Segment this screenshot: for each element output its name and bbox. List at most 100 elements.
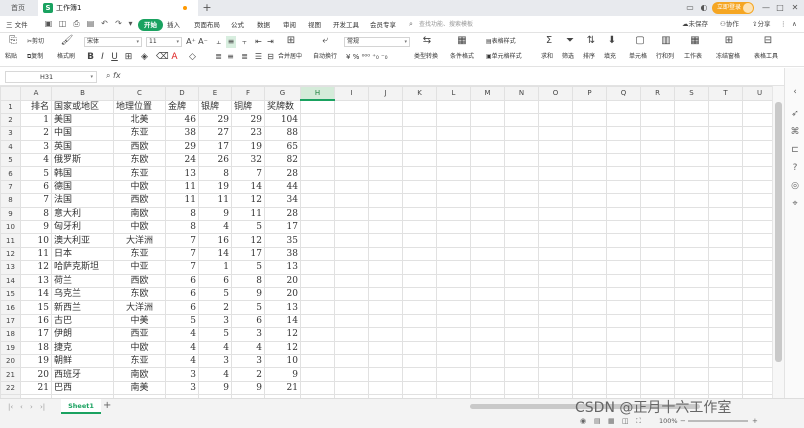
cell-l17[interactable] bbox=[436, 313, 471, 329]
cell-k5[interactable] bbox=[402, 153, 437, 168]
row-header[interactable]: 6 bbox=[0, 166, 21, 181]
row-header[interactable]: 9 bbox=[0, 206, 21, 222]
font-name-select[interactable]: 宋体 ▾ bbox=[84, 37, 142, 47]
cell-t19[interactable] bbox=[708, 340, 743, 355]
cell-e13[interactable]: 1 bbox=[198, 260, 232, 275]
cell-h4[interactable] bbox=[300, 139, 335, 155]
cell-h12[interactable] bbox=[300, 246, 335, 262]
cell-d17[interactable]: 5 bbox=[165, 313, 199, 329]
cell-p14[interactable] bbox=[572, 273, 607, 288]
cell-f7[interactable]: 14 bbox=[231, 179, 265, 195]
column-header-k[interactable]: K bbox=[402, 86, 437, 101]
cell-r12[interactable] bbox=[640, 246, 675, 262]
font-color-icon[interactable]: A bbox=[170, 51, 179, 63]
cell-i18[interactable] bbox=[334, 327, 369, 342]
conditional-format-button[interactable]: 条件格式 bbox=[450, 53, 474, 61]
cell-i17[interactable] bbox=[334, 313, 369, 329]
cell-o7[interactable] bbox=[538, 179, 573, 195]
cell-style-button[interactable]: ▣单元格样式 bbox=[486, 53, 522, 61]
cell-q11[interactable] bbox=[606, 233, 641, 248]
cell-s16[interactable] bbox=[674, 300, 709, 315]
cell-b12[interactable]: 日本 bbox=[51, 246, 114, 262]
cell-i7[interactable] bbox=[334, 179, 369, 195]
cell-i3[interactable] bbox=[334, 126, 369, 141]
cell-k17[interactable] bbox=[402, 313, 437, 329]
cell-o2[interactable] bbox=[538, 112, 573, 128]
column-header-i[interactable]: I bbox=[334, 86, 369, 101]
cell-n9[interactable] bbox=[504, 206, 539, 222]
cell-p13[interactable] bbox=[572, 260, 607, 275]
cell-r15[interactable] bbox=[640, 286, 675, 302]
cell-c5[interactable]: 东欧 bbox=[113, 153, 166, 168]
cell-e16[interactable]: 2 bbox=[198, 300, 232, 315]
close-icon[interactable]: ✕ bbox=[789, 2, 801, 14]
cell-k7[interactable] bbox=[402, 179, 437, 195]
cell-o20[interactable] bbox=[538, 353, 573, 369]
cell-h17[interactable] bbox=[300, 313, 335, 329]
cell-m19[interactable] bbox=[470, 340, 505, 355]
cell-p9[interactable] bbox=[572, 206, 607, 222]
column-header-n[interactable]: N bbox=[504, 86, 539, 101]
menu-data[interactable]: 数据 bbox=[257, 19, 270, 31]
freeze-panes-icon[interactable]: ⊞ bbox=[722, 35, 736, 47]
cell-m12[interactable] bbox=[470, 246, 505, 262]
cell-t13[interactable] bbox=[708, 260, 743, 275]
copy-button[interactable]: ⧉复制 bbox=[27, 53, 43, 61]
cell-o11[interactable] bbox=[538, 233, 573, 248]
cell-l7[interactable] bbox=[436, 179, 471, 195]
cell-r19[interactable] bbox=[640, 340, 675, 355]
cell-t17[interactable] bbox=[708, 313, 743, 329]
cell-k19[interactable] bbox=[402, 340, 437, 355]
cell-b4[interactable]: 英国 bbox=[51, 139, 114, 155]
cell-m8[interactable] bbox=[470, 193, 505, 208]
cell-t16[interactable] bbox=[708, 300, 743, 315]
column-header-t[interactable]: T bbox=[708, 86, 743, 101]
cell-l21[interactable] bbox=[436, 367, 471, 382]
cell-c22[interactable]: 南美 bbox=[113, 380, 166, 396]
cell-s17[interactable] bbox=[674, 313, 709, 329]
cut-button[interactable]: ✂剪切 bbox=[27, 38, 44, 46]
worksheet-icon[interactable]: ▦ bbox=[688, 35, 702, 47]
menu-start[interactable]: 开始 bbox=[138, 19, 163, 31]
cell-o17[interactable] bbox=[538, 313, 573, 329]
align-center-icon[interactable]: ≡ bbox=[226, 51, 235, 63]
cell-s4[interactable] bbox=[674, 139, 709, 155]
sheet-tab-sheet1[interactable]: Sheet1 bbox=[61, 399, 101, 414]
cell-a1[interactable]: 排名 bbox=[20, 99, 52, 114]
cell-d6[interactable]: 13 bbox=[165, 166, 199, 181]
cell-m14[interactable] bbox=[470, 273, 505, 288]
cell-k3[interactable] bbox=[402, 126, 437, 141]
cell-q12[interactable] bbox=[606, 246, 641, 262]
cell-c9[interactable]: 南欧 bbox=[113, 206, 166, 222]
cell-m4[interactable] bbox=[470, 139, 505, 155]
cell-l15[interactable] bbox=[436, 286, 471, 302]
cell-s13[interactable] bbox=[674, 260, 709, 275]
cell-s6[interactable] bbox=[674, 166, 709, 181]
cell-r16[interactable] bbox=[640, 300, 675, 315]
cell-o6[interactable] bbox=[538, 166, 573, 181]
sort-icon[interactable]: ⇅ bbox=[584, 35, 598, 47]
cell-m17[interactable] bbox=[470, 313, 505, 329]
cell-h1[interactable] bbox=[300, 99, 335, 114]
cell-t7[interactable] bbox=[708, 179, 743, 195]
cell-j17[interactable] bbox=[368, 313, 403, 329]
cell-a21[interactable]: 20 bbox=[20, 367, 52, 382]
cell-f1[interactable]: 铜牌 bbox=[231, 99, 265, 114]
cell-t8[interactable] bbox=[708, 193, 743, 208]
row-header[interactable]: 3 bbox=[0, 126, 21, 141]
cell-k22[interactable] bbox=[402, 380, 437, 396]
cell-s18[interactable] bbox=[674, 327, 709, 342]
cell-i5[interactable] bbox=[334, 153, 369, 168]
cell-k4[interactable] bbox=[402, 139, 437, 155]
cell-e15[interactable]: 5 bbox=[198, 286, 232, 302]
print-icon[interactable]: ⎙ bbox=[72, 19, 81, 29]
share-button[interactable]: ⇪分享 bbox=[752, 19, 770, 30]
cell-f22[interactable]: 9 bbox=[231, 380, 265, 396]
cell-m10[interactable] bbox=[470, 220, 505, 235]
cell-c21[interactable]: 南欧 bbox=[113, 367, 166, 382]
cell-a13[interactable]: 12 bbox=[20, 260, 52, 275]
cell-o5[interactable] bbox=[538, 153, 573, 168]
cell-d11[interactable]: 7 bbox=[165, 233, 199, 248]
cell-j6[interactable] bbox=[368, 166, 403, 181]
cell-h19[interactable] bbox=[300, 340, 335, 355]
